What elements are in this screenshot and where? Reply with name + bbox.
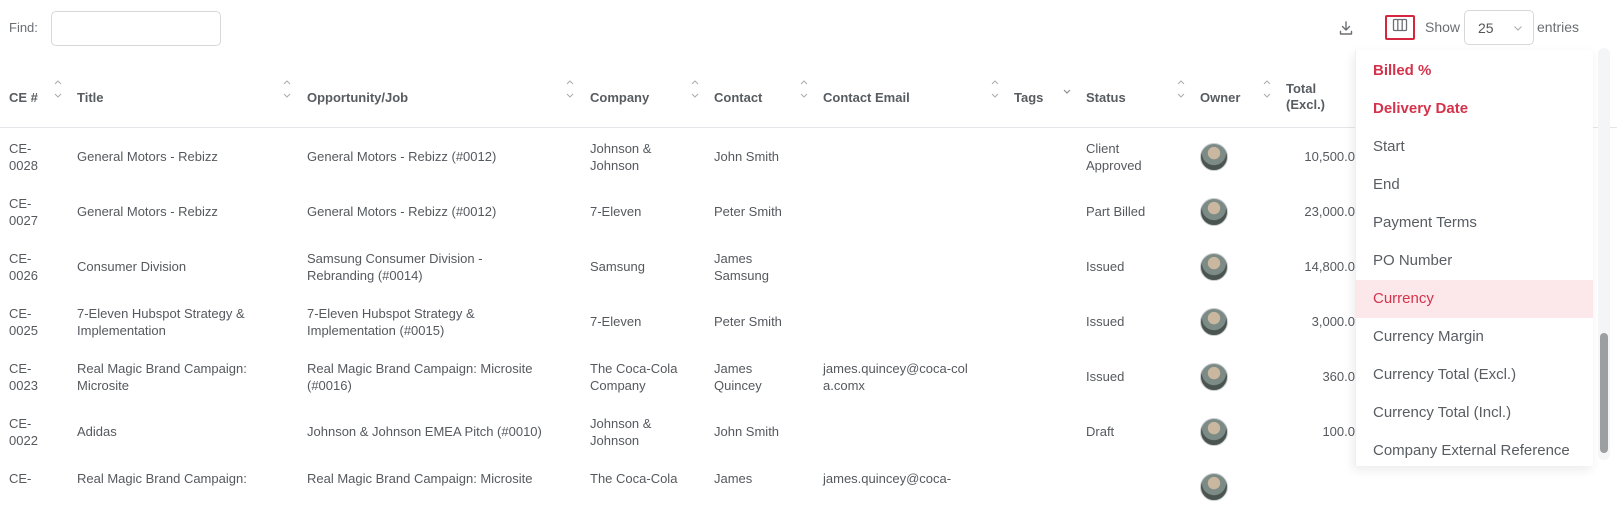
company-cell[interactable]: Johnson & Johnson xyxy=(590,140,680,174)
contact-cell[interactable]: John Smith xyxy=(714,423,814,440)
avatar xyxy=(1200,198,1228,226)
find-input[interactable] xyxy=(51,11,221,46)
contact-cell[interactable]: John Smith xyxy=(714,148,814,165)
column-header-total-excl[interactable]: Total (Excl.) xyxy=(1286,74,1351,128)
opportunity-cell[interactable]: Samsung Consumer Division - Rebranding (… xyxy=(307,250,527,284)
chevron-down-icon xyxy=(1512,21,1524,33)
title-cell[interactable]: 7-Eleven Hubspot Strategy & Implementati… xyxy=(77,305,267,339)
contact-cell[interactable]: Peter Smith xyxy=(714,203,814,220)
contact-cell[interactable]: James Quincey xyxy=(714,360,784,394)
menu-item-start[interactable]: Start xyxy=(1356,128,1593,166)
column-header-opportunity[interactable]: Opportunity/Job xyxy=(307,74,577,128)
column-header-ce[interactable]: CE # xyxy=(9,74,69,128)
title-cell[interactable]: Consumer Division xyxy=(77,258,287,275)
sort-icon xyxy=(1262,78,1272,100)
status-cell: Draft xyxy=(1086,424,1115,439)
columns-toggle-button[interactable] xyxy=(1385,15,1415,40)
title-cell[interactable]: Adidas xyxy=(77,423,287,440)
show-label: Show xyxy=(1425,19,1461,35)
avatar xyxy=(1200,143,1228,171)
total-cell: 3,000.0 xyxy=(1311,314,1355,329)
menu-item-currency-total-incl[interactable]: Currency Total (Incl.) xyxy=(1356,394,1593,432)
entries-value: 25 xyxy=(1478,20,1494,36)
company-cell[interactable]: The Coca-Cola Company xyxy=(590,360,680,394)
menu-item-payment-terms[interactable]: Payment Terms xyxy=(1356,204,1593,242)
download-icon[interactable] xyxy=(1336,18,1356,38)
menu-item-po-number[interactable]: PO Number xyxy=(1356,242,1593,280)
menu-item-end[interactable]: End xyxy=(1356,166,1593,204)
find-label: Find: xyxy=(9,20,38,35)
avatar xyxy=(1200,473,1228,501)
sort-icon xyxy=(690,78,700,100)
status-cell: Client Approved xyxy=(1086,141,1142,173)
ce-number[interactable]: CE-0022 xyxy=(9,415,49,449)
entries-select[interactable]: 25 xyxy=(1464,10,1534,45)
sort-icon xyxy=(53,78,63,100)
avatar xyxy=(1200,418,1228,446)
title-cell[interactable]: Real Magic Brand Campaign: Microsite xyxy=(77,360,267,394)
opportunity-cell[interactable]: Johnson & Johnson EMEA Pitch (#0010) xyxy=(307,423,577,440)
avatar xyxy=(1200,363,1228,391)
title-cell[interactable]: General Motors - Rebizz xyxy=(77,203,287,220)
scrollbar-thumb[interactable] xyxy=(1600,333,1608,453)
title-cell[interactable]: General Motors - Rebizz xyxy=(77,148,287,165)
ce-number[interactable]: CE-0027 xyxy=(9,195,49,229)
column-header-owner[interactable]: Owner xyxy=(1200,74,1280,128)
column-header-company[interactable]: Company xyxy=(590,74,705,128)
menu-item-currency-total-excl[interactable]: Currency Total (Excl.) xyxy=(1356,356,1593,394)
ce-number[interactable]: CE-0025 xyxy=(9,305,49,339)
total-cell: 14,800.0 xyxy=(1304,259,1355,274)
avatar xyxy=(1200,308,1228,336)
table-row[interactable]: CE- Real Magic Brand Campaign: Real Magi… xyxy=(0,460,1617,515)
status-cell: Part Billed xyxy=(1086,204,1146,219)
menu-item-company-external-reference[interactable]: Company External Reference xyxy=(1356,432,1593,466)
ce-number[interactable]: CE-0028 xyxy=(9,140,49,174)
status-cell: Issued xyxy=(1086,259,1125,274)
column-header-status[interactable]: Status xyxy=(1086,74,1186,128)
menu-item-currency[interactable]: Currency xyxy=(1356,280,1593,318)
total-cell: 23,000.0 xyxy=(1304,204,1355,219)
menu-item-billed-percent[interactable]: Billed % xyxy=(1356,52,1593,90)
menu-item-delivery-date[interactable]: Delivery Date xyxy=(1356,90,1593,128)
menu-scrollbar[interactable] xyxy=(1598,48,1610,460)
ce-number[interactable]: CE-0026 xyxy=(9,250,49,284)
status-cell: Issued xyxy=(1086,369,1125,384)
contact-cell[interactable]: Peter Smith xyxy=(714,313,814,330)
ce-number[interactable]: CE-0023 xyxy=(9,360,49,394)
column-header-contact[interactable]: Contact xyxy=(714,74,814,128)
columns-icon xyxy=(1392,18,1408,37)
company-cell[interactable]: Samsung xyxy=(590,258,680,275)
column-header-contact-email[interactable]: Contact Email xyxy=(823,74,1003,128)
total-cell: 10,500.0 xyxy=(1304,149,1355,164)
company-cell[interactable]: Johnson & Johnson xyxy=(590,415,680,449)
column-header-title[interactable]: Title xyxy=(77,74,297,128)
company-cell[interactable]: 7-Eleven xyxy=(590,313,680,330)
sort-icon xyxy=(1176,78,1186,100)
table-toolbar: Find: Show 25 entries xyxy=(0,0,1617,56)
opportunity-cell[interactable]: Real Magic Brand Campaign: Microsite (#0… xyxy=(307,360,557,394)
opportunity-cell[interactable]: 7-Eleven Hubspot Strategy & Implementati… xyxy=(307,305,527,339)
column-header-tags[interactable]: Tags xyxy=(1014,74,1084,128)
opportunity-cell[interactable]: General Motors - Rebizz (#0012) xyxy=(307,203,567,220)
menu-item-currency-margin[interactable]: Currency Margin xyxy=(1356,318,1593,356)
sort-icon xyxy=(990,78,1000,100)
company-cell[interactable]: 7-Eleven xyxy=(590,203,680,220)
column-visibility-menu: Billed % Delivery Date Start End Payment… xyxy=(1355,50,1593,466)
email-cell[interactable]: james.quincey@coca-cola.comx xyxy=(823,360,973,394)
total-cell: 100.0 xyxy=(1322,424,1355,439)
total-cell: 360.0 xyxy=(1322,369,1355,384)
opportunity-cell[interactable]: General Motors - Rebizz (#0012) xyxy=(307,148,567,165)
sort-icon xyxy=(799,78,809,100)
sort-icon xyxy=(565,78,575,100)
status-cell: Issued xyxy=(1086,314,1125,329)
avatar xyxy=(1200,253,1228,281)
entries-label: entries xyxy=(1537,19,1580,35)
sort-icon xyxy=(282,78,292,100)
sort-icon xyxy=(1062,78,1072,100)
contact-cell[interactable]: James Samsung xyxy=(714,250,784,284)
